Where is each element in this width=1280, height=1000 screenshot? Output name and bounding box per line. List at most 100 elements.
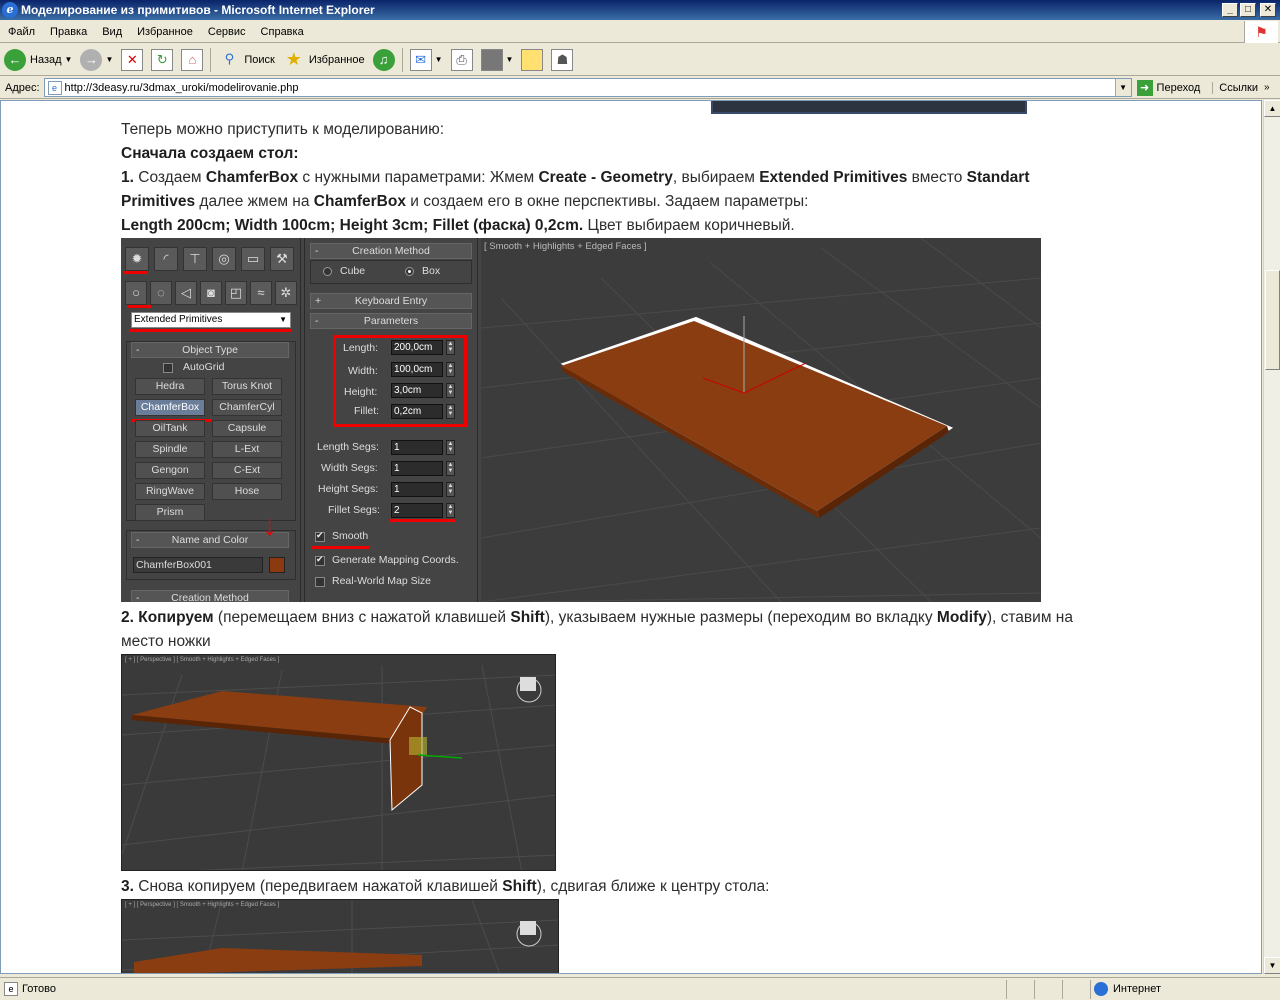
real-world-checkbox[interactable] xyxy=(315,577,325,587)
back-label: Назад xyxy=(30,53,62,66)
object-name-field[interactable]: ChamferBox001 xyxy=(133,557,263,573)
height-segs-spinner-icon[interactable]: ▲ ▼ xyxy=(446,482,455,497)
globe-icon xyxy=(1094,982,1108,996)
mail-dropdown-icon[interactable]: ▼ xyxy=(435,55,443,64)
cameras-icon: ◙ xyxy=(200,281,222,305)
capsule-button[interactable]: Capsule xyxy=(212,420,282,437)
menu-edit[interactable]: Правка xyxy=(42,26,94,38)
address-url[interactable]: http://3deasy.ru/3dmax_uroki/modelirovan… xyxy=(65,82,1115,94)
menu-help[interactable]: Справка xyxy=(253,26,311,38)
hedra-button[interactable]: Hedra xyxy=(135,378,205,395)
torus-knot-button[interactable]: Torus Knot xyxy=(212,378,282,395)
parameters-rollout[interactable]: - Parameters xyxy=(310,313,472,329)
gengon-button[interactable]: Gengon xyxy=(135,462,205,479)
address-bar: Адрес: e http://3deasy.ru/3dmax_uroki/mo… xyxy=(0,77,1280,99)
fillet-segs-input[interactable]: 2 xyxy=(391,503,443,518)
fillet-segs-spinner-icon[interactable]: ▲ ▼ xyxy=(446,503,455,518)
chamfercyl-button[interactable]: ChamferCyl xyxy=(212,399,282,416)
address-dropdown-icon[interactable]: ▼ xyxy=(1114,79,1131,96)
stop-icon: ✕ xyxy=(121,48,144,71)
back-button[interactable]: ← Назад ▼ xyxy=(0,46,76,74)
width-segs-input[interactable]: 1 xyxy=(391,461,443,476)
address-input[interactable]: e http://3deasy.ru/3dmax_uroki/modelirov… xyxy=(43,78,1132,97)
forward-dropdown-icon[interactable]: ▼ xyxy=(105,55,113,64)
menu-file[interactable]: Файл xyxy=(0,26,42,38)
copy-center-scene xyxy=(122,900,558,973)
star-icon: ★ xyxy=(285,48,302,69)
media-button[interactable]: ♫ xyxy=(369,46,399,74)
scroll-up-button[interactable]: ▲ xyxy=(1264,100,1280,117)
search-button[interactable]: ⚲ Поиск xyxy=(214,46,278,74)
gen-mapping-checkbox[interactable] xyxy=(315,554,325,566)
back-dropdown-icon[interactable]: ▼ xyxy=(65,55,73,64)
highlight-underline xyxy=(124,271,148,274)
viewport-grid xyxy=(122,664,555,870)
oiltank-button[interactable]: OilTank xyxy=(135,420,205,437)
menu-favorites[interactable]: Избранное xyxy=(129,26,200,38)
printer-icon: ⎙ xyxy=(450,48,473,71)
home-icon: ⌂ xyxy=(181,48,204,71)
viewcube xyxy=(520,921,536,935)
mail-icon: ✉ xyxy=(409,48,432,71)
vertical-scrollbar[interactable]: ▲ ▼ xyxy=(1263,100,1280,974)
creation-method-rollout-bottom[interactable]: - Creation Method xyxy=(131,590,289,602)
spindle-button[interactable]: Spindle xyxy=(135,441,205,458)
go-button[interactable]: ➜ Переход xyxy=(1136,79,1200,96)
media-icon: ♫ xyxy=(372,48,395,71)
messenger-button[interactable]: ☗ xyxy=(547,46,577,74)
smooth-checkbox[interactable] xyxy=(315,530,325,542)
zone-label: Интернет xyxy=(1113,983,1161,995)
search-icon: ⚲ xyxy=(224,50,235,66)
stop-button[interactable]: ✕ xyxy=(117,46,147,74)
box-radio[interactable] xyxy=(405,267,414,276)
forward-button[interactable]: → ▼ xyxy=(76,46,117,74)
panel-tabs: ✹ ◜ ⊤ ◎ ▭ ⚒ xyxy=(125,247,299,271)
home-button[interactable]: ⌂ xyxy=(177,46,207,74)
maximize-button[interactable]: □ xyxy=(1240,3,1256,17)
perspective-viewport[interactable]: [ Smooth + Highlights + Edged Faces ] xyxy=(481,238,1041,602)
cube-radio[interactable] xyxy=(323,267,332,276)
c-ext-button[interactable]: C-Ext xyxy=(212,462,282,479)
refresh-icon: ↻ xyxy=(151,48,174,71)
keyboard-entry-rollout[interactable]: + Keyboard Entry xyxy=(310,293,472,309)
object-color-swatch[interactable] xyxy=(269,557,285,573)
primitive-type-dropdown[interactable]: Extended Primitives ▼ xyxy=(131,312,291,328)
gizmo xyxy=(409,737,427,755)
autogrid-checkbox[interactable] xyxy=(163,363,173,373)
discuss-button[interactable] xyxy=(517,46,547,74)
ringwave-button[interactable]: RingWave xyxy=(135,483,205,500)
scroll-down-button[interactable]: ▼ xyxy=(1264,957,1280,974)
favorites-button[interactable]: ★ Избранное xyxy=(279,46,369,74)
note-icon xyxy=(521,48,544,71)
scroll-thumb[interactable] xyxy=(1265,270,1280,370)
length-segs-input[interactable]: 1 xyxy=(391,440,443,455)
links-button[interactable]: Ссылки xyxy=(1212,81,1258,94)
prism-button[interactable]: Prism xyxy=(135,504,205,521)
edit-dropdown-icon[interactable]: ▼ xyxy=(506,55,514,64)
ie-window: e Моделирование из примитивов - Microsof… xyxy=(0,0,1280,1000)
minimize-button[interactable]: _ xyxy=(1222,3,1238,17)
refresh-button[interactable]: ↻ xyxy=(147,46,177,74)
article-line-8: 3. Снова копируем (передвигаем нажатой к… xyxy=(121,878,770,895)
height-segs-input[interactable]: 1 xyxy=(391,482,443,497)
chamferbox-button[interactable]: ChamferBox xyxy=(135,399,205,416)
creation-method-rollout[interactable]: - Creation Method xyxy=(310,243,472,259)
menu-tools[interactable]: Сервис xyxy=(200,26,253,38)
modify-tab-icon: ◜ xyxy=(154,247,178,271)
category-icons: ○ ◌ ◁ ◙ ◰ ≈ ✲ xyxy=(125,281,300,305)
previous-image-bottom xyxy=(711,101,1027,114)
mail-button[interactable]: ✉ ▼ xyxy=(406,46,447,74)
menu-view[interactable]: Вид xyxy=(94,26,129,38)
links-chevron-icon[interactable]: » xyxy=(1264,82,1270,93)
viewcube xyxy=(520,677,536,691)
l-ext-button[interactable]: L-Ext xyxy=(212,441,282,458)
edit-button[interactable]: ▼ xyxy=(477,46,518,74)
window-title: Моделирование из примитивов - Microsoft … xyxy=(21,3,375,17)
object-type-rollout[interactable]: - Object Type xyxy=(131,342,289,358)
width-segs-spinner-icon[interactable]: ▲ ▼ xyxy=(446,461,455,476)
length-segs-spinner-icon[interactable]: ▲ ▼ xyxy=(446,440,455,455)
print-button[interactable]: ⎙ xyxy=(447,46,477,74)
close-button[interactable]: ✕ xyxy=(1260,3,1276,17)
hose-button[interactable]: Hose xyxy=(212,483,282,500)
status-cell xyxy=(1034,979,1062,999)
